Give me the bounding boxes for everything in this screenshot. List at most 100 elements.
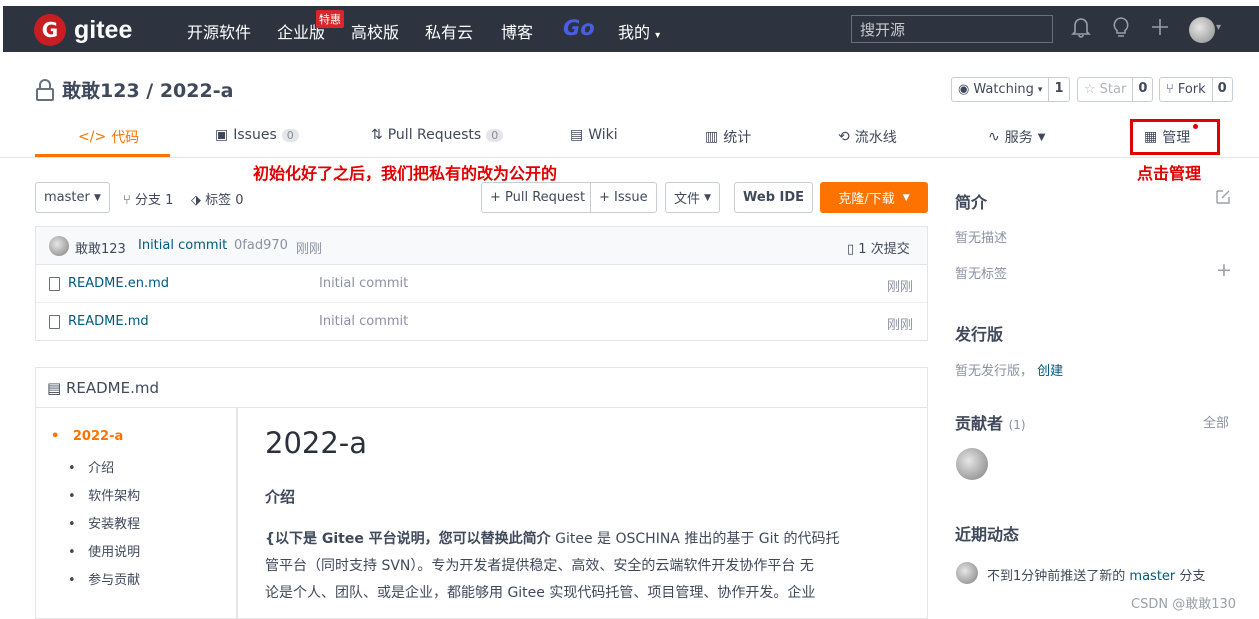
intro-heading: 简介 <box>955 193 988 212</box>
user-avatar[interactable] <box>1189 17 1215 43</box>
toc-item[interactable]: • 参与贡献 <box>68 569 140 588</box>
readme-panel: ▤ README.md • 2022-a • 介绍 • 软件架构 • 安装教程 … <box>35 367 928 619</box>
contributors-heading: 贡献者 (1) <box>955 410 1026 434</box>
branch-select[interactable]: master ▼ <box>35 182 110 213</box>
commit-message[interactable]: Initial commit <box>138 238 227 253</box>
file-row[interactable]: README.en.md Initial commit 刚刚 <box>36 265 927 303</box>
tab-code-label: 代码 <box>111 130 140 146</box>
file-time: 刚刚 <box>887 318 914 333</box>
no-release-label: 暂无发行版， <box>955 364 1034 379</box>
go-logo[interactable]: Go <box>563 16 595 40</box>
toc-label: 介绍 <box>88 461 115 476</box>
toc-item[interactable]: • 使用说明 <box>68 541 140 560</box>
add-tag-icon[interactable]: + <box>1216 259 1232 281</box>
readme-line: Gitee 是 OSCHINA 推出的基于 Git 的代码托 <box>550 531 840 547</box>
pull-request-button[interactable]: + Pull Request <box>481 182 595 213</box>
tab-code[interactable]: </> 代码 <box>78 127 139 147</box>
branches-link[interactable]: ⑂ 分支 1 <box>123 189 173 208</box>
repo-title[interactable]: 敢敢123 / 2022-a <box>62 76 233 103</box>
readme-line: 管平台（同时支持 SVN）。专为开发者提供稳定、高效、安全的云端软件开发协作平台… <box>265 558 814 574</box>
caret-down-icon: ▼ <box>93 192 101 203</box>
toc-item[interactable]: • 2022-a <box>51 429 123 444</box>
lightbulb-icon[interactable] <box>1111 16 1131 43</box>
bell-icon[interactable] <box>1071 16 1091 43</box>
readme-filename-label: README.md <box>65 379 160 397</box>
activity-branch-link[interactable]: master <box>1129 569 1175 584</box>
star-icon: ☆ <box>1084 82 1096 97</box>
file-commit-message[interactable]: Initial commit <box>319 276 408 291</box>
star-label: Star <box>1099 82 1127 97</box>
activity-avatar[interactable] <box>956 562 978 584</box>
create-release-link[interactable]: 创建 <box>1037 364 1063 379</box>
fork-label: Fork <box>1177 82 1206 97</box>
tab-stats[interactable]: ▥ 统计 <box>705 127 751 147</box>
tab-wiki[interactable]: ▤ Wiki <box>570 127 618 143</box>
toc-item[interactable]: • 软件架构 <box>68 485 140 504</box>
tab-pipeline[interactable]: ⟲ 流水线 <box>838 127 897 147</box>
nav-open-source[interactable]: 开源软件 <box>187 19 251 43</box>
commit-author[interactable]: 敢敢123 <box>75 238 126 257</box>
annotation-manage: 点击管理 <box>1137 164 1202 183</box>
all-contributors-link[interactable]: 全部 <box>1203 412 1229 431</box>
readme-filename: ▤ README.md <box>47 379 159 397</box>
tab-services-label: 服务 <box>1004 130 1033 146</box>
caret-down-icon: ▼ <box>902 192 910 203</box>
tab-issues-label: Issues <box>233 127 277 143</box>
file-commit-message[interactable]: Initial commit <box>319 314 408 329</box>
nav-blog[interactable]: 博客 <box>501 19 533 43</box>
issues-icon: ▣ <box>215 127 229 143</box>
files-dropdown[interactable]: 文件 ▼ <box>665 182 721 213</box>
repo-tabs: </> 代码 ▣ Issues 0 ⇅ Pull Requests 0 ▤ Wiki ▥ 统计… <box>35 115 1235 158</box>
clone-download-button[interactable]: 克隆/下载 ▼ <box>820 182 928 213</box>
commit-hash[interactable]: 0fad970 <box>234 238 288 253</box>
file-name[interactable]: README.md <box>68 314 149 329</box>
plus-icon[interactable] <box>1150 16 1170 43</box>
fork-count[interactable]: 0 <box>1211 78 1232 101</box>
pull-request-icon: ⇅ <box>371 127 383 143</box>
chevron-down-icon[interactable]: ▾ <box>1216 22 1221 33</box>
toc-item[interactable]: • 介绍 <box>68 457 114 476</box>
toc-item[interactable]: • 安装教程 <box>68 513 140 532</box>
activity-item: 不到1分钟前推送了新的 master 分支 <box>987 565 1205 584</box>
readme-title: 2022-a <box>265 426 368 460</box>
fork-button[interactable]: ⑂ Fork 0 <box>1159 77 1233 102</box>
branches-label: 分支 1 <box>134 193 174 208</box>
commit-count[interactable]: ▯ 1 次提交 <box>847 238 910 257</box>
readme-header: ▤ README.md <box>36 368 927 408</box>
tab-pull-requests[interactable]: ⇅ Pull Requests 0 <box>371 127 504 143</box>
edit-icon[interactable] <box>1215 189 1231 209</box>
lock-icon <box>36 78 54 101</box>
watch-count[interactable]: 1 <box>1048 78 1068 101</box>
readme-section-heading: 介绍 <box>265 488 296 506</box>
mine-label: 我的 <box>618 23 651 42</box>
tab-services[interactable]: ∿ 服务 ▼ <box>988 127 1045 147</box>
watch-button[interactable]: ◉ Watching ▾ 1 <box>951 77 1070 102</box>
nav-university[interactable]: 高校版 <box>351 19 399 43</box>
readme-line: 论是个人、团队、或是企业，都能够用 Gitee 实现代码托管、项目管理、协作开发… <box>265 585 816 601</box>
tabs-divider <box>0 157 1259 158</box>
manage-highlight-box <box>1130 119 1220 155</box>
toc-label: 使用说明 <box>88 545 141 560</box>
tab-issues[interactable]: ▣ Issues 0 <box>215 127 299 143</box>
commit-count-label: 1 次提交 <box>858 242 910 257</box>
branch-label: master <box>44 190 90 205</box>
caret-down-icon: ▼ <box>1037 131 1046 143</box>
nav-private-cloud[interactable]: 私有云 <box>425 19 473 43</box>
web-ide-button[interactable]: Web IDE <box>734 182 814 213</box>
release-heading: 发行版 <box>955 325 1004 344</box>
fork-icon: ⑂ <box>1166 82 1174 97</box>
nav-mine-dropdown[interactable]: 我的 ▾ <box>618 19 660 43</box>
file-row[interactable]: README.md Initial commit 刚刚 <box>36 303 927 341</box>
tags-link[interactable]: ⬗ 标签 0 <box>191 189 244 208</box>
contributor-avatar[interactable] <box>956 448 988 480</box>
star-count[interactable]: 0 <box>1132 78 1152 101</box>
readme-toc: • 2022-a • 介绍 • 软件架构 • 安装教程 • 使用说明 • 参与贡… <box>36 408 238 619</box>
tab-pipeline-label: 流水线 <box>854 130 897 146</box>
file-name[interactable]: README.en.md <box>68 276 169 291</box>
author-avatar[interactable] <box>49 236 69 256</box>
star-button[interactable]: ☆ Star 0 <box>1077 77 1154 102</box>
search-input[interactable]: 搜开源 <box>851 15 1053 43</box>
issue-button[interactable]: + Issue <box>590 182 657 213</box>
gitee-logo[interactable]: G gitee <box>34 14 132 46</box>
branch-icon: ⑂ <box>123 193 131 208</box>
